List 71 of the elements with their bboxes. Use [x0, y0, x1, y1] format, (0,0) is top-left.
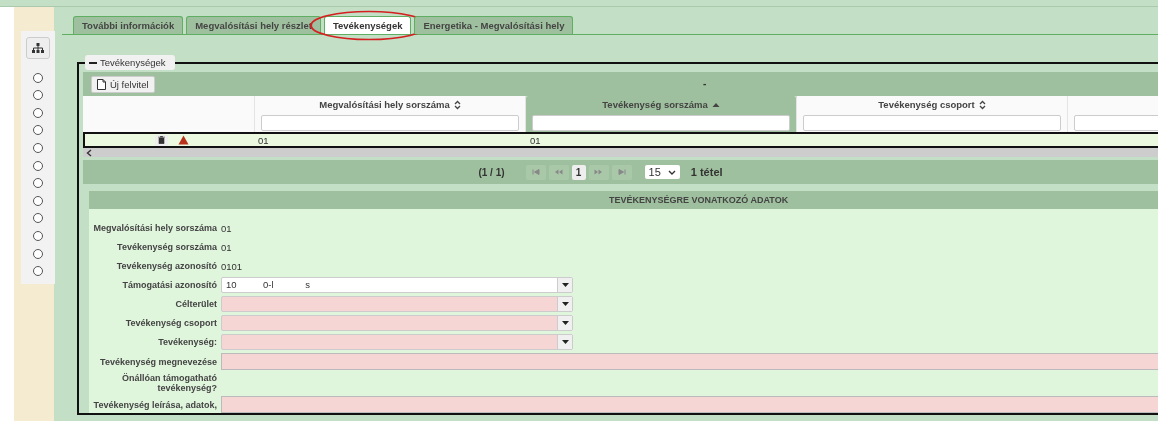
caret-icon: [561, 340, 569, 344]
page-button[interactable]: 1: [571, 164, 586, 180]
radio-button[interactable]: [33, 72, 43, 83]
sort-icon: [453, 99, 461, 110]
new-record-button[interactable]: Új felvitel: [91, 75, 155, 93]
caret-icon: [561, 321, 569, 325]
column-header[interactable]: Tevékenység csoport: [797, 96, 1068, 132]
radio-button[interactable]: [33, 90, 43, 101]
radio-button[interactable]: [33, 125, 43, 136]
field-label: Megvalósítási hely sorszáma: [92, 223, 218, 233]
radio-button[interactable]: [33, 266, 43, 277]
table-row[interactable]: 01 01: [83, 132, 1158, 148]
column-header[interactable]: Megvalósítási hely sorszáma: [255, 96, 526, 132]
table-caption: -: [703, 78, 707, 89]
radio-button[interactable]: [33, 230, 43, 241]
sort-ascending-icon: [711, 101, 720, 108]
field-value: 01: [221, 222, 232, 234]
filter-field[interactable]: [261, 115, 519, 131]
caret-icon: [561, 283, 569, 287]
radio-button[interactable]: [33, 248, 43, 259]
input-field[interactable]: [221, 396, 1158, 413]
previous-page-icon: [554, 169, 564, 175]
rows-per-page-dropdown[interactable]: 15: [644, 165, 680, 179]
radio-button[interactable]: [33, 142, 43, 153]
chevron-down-icon: [667, 169, 676, 175]
select-field[interactable]: [221, 296, 573, 312]
delete-button[interactable]: [155, 134, 168, 146]
select-field[interactable]: [221, 315, 573, 331]
first-page-icon: [531, 169, 540, 175]
tree-view-button[interactable]: [26, 37, 50, 59]
scroll-left-icon[interactable]: [86, 148, 92, 157]
last-page-icon: [617, 169, 626, 175]
filter-field[interactable]: [803, 115, 1061, 131]
document-icon: [97, 78, 106, 90]
horizontal-scrollbar[interactable]: [83, 148, 1158, 157]
record-count: 1 tétel: [690, 166, 723, 178]
hierarchy-icon: [32, 42, 44, 54]
sort-icon: [978, 99, 986, 110]
next-page-icon: [594, 169, 604, 175]
panel-title: TEVÉKENYSÉGRE VONATKOZÓ ADATOK: [609, 195, 789, 205]
input-field[interactable]: [221, 353, 1158, 370]
field-label: Tevékenység megnevezése: [99, 356, 218, 367]
field-label: Támogatási azonosító: [121, 280, 218, 290]
radio-button[interactable]: [33, 160, 43, 171]
field-value: 01: [221, 241, 232, 253]
collapse-icon: [89, 61, 97, 64]
radio-button[interactable]: [33, 213, 43, 224]
field-label: Önállóan támogatható tevékenység?: [121, 373, 218, 393]
table-cell: 01: [530, 134, 541, 146]
table-cell: 01: [258, 134, 269, 146]
radio-button[interactable]: [33, 178, 43, 189]
tab[interactable]: További információk: [73, 16, 184, 34]
field-value: 0101: [221, 260, 243, 272]
tab[interactable]: Energetika - Megvalósítási hely: [414, 16, 574, 34]
tab[interactable]: Tevékenységek: [323, 16, 412, 34]
field-label: Tevékenység sorszáma: [116, 242, 218, 252]
column-header[interactable]: Tevékenység sorszáma: [526, 96, 797, 132]
radio-button[interactable]: [33, 107, 43, 118]
page-summary: (1 / 1): [478, 166, 505, 178]
section-toggle[interactable]: Tevékenységek: [85, 55, 176, 70]
select-field[interactable]: 10 0-l s: [221, 277, 573, 293]
field-label: Tevékenység azonosító: [115, 261, 218, 271]
field-label: Tevékenység csoport: [124, 318, 218, 328]
field-label: Tevékenység leírása, adatok,: [92, 399, 218, 410]
caret-icon: [561, 302, 569, 306]
select-field[interactable]: [221, 334, 573, 350]
field-label: Célterület: [174, 299, 218, 309]
radio-button[interactable]: [33, 195, 43, 206]
filter-field[interactable]: [532, 115, 790, 131]
field-label: Tevékenység:: [157, 337, 218, 347]
trash-icon: [158, 136, 165, 144]
